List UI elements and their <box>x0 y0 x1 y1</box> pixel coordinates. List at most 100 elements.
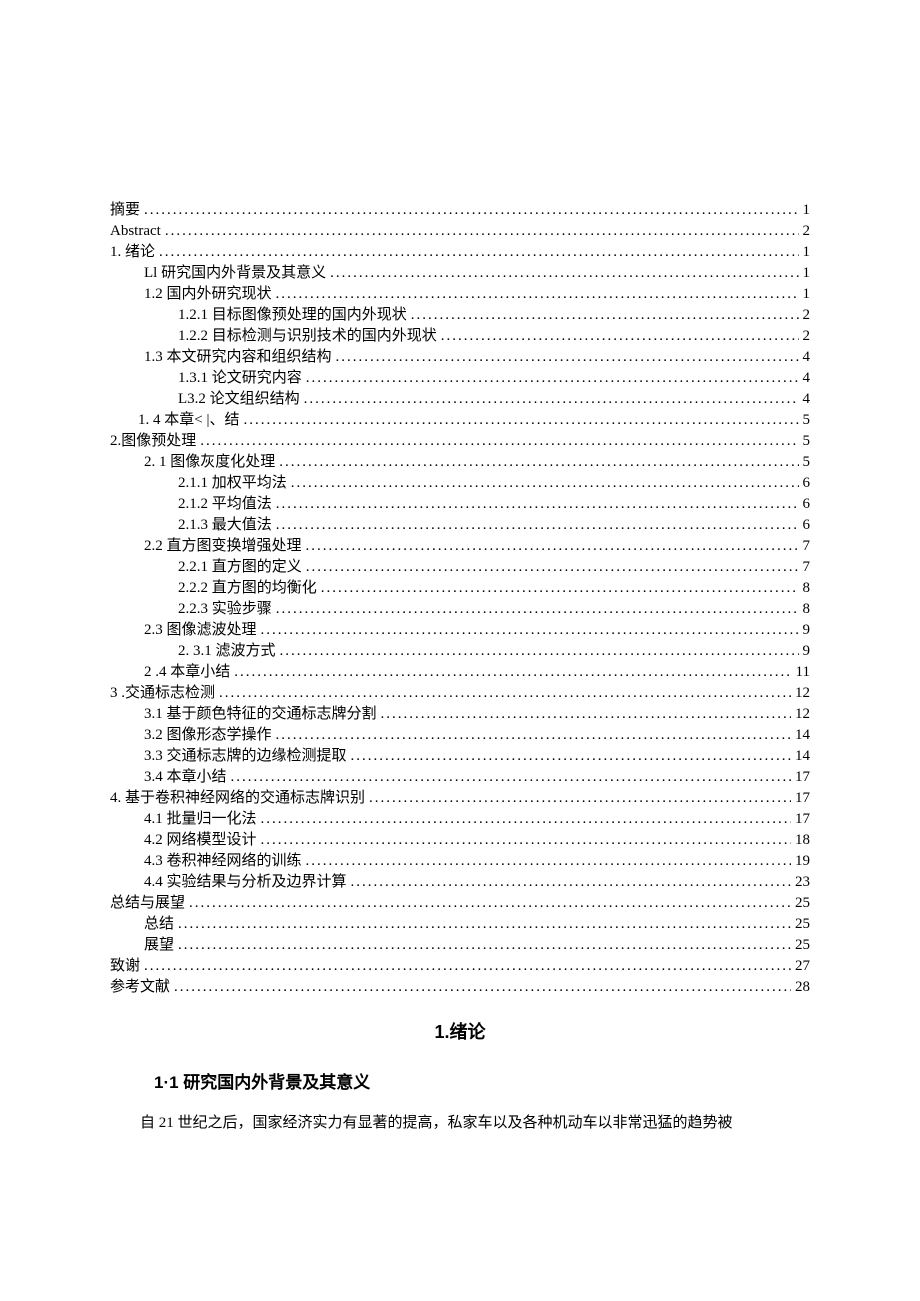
toc-page-number: 11 <box>796 662 810 683</box>
toc-leader-dots <box>304 389 799 410</box>
toc-label: 1.3.1 论文研究内容 <box>178 368 302 389</box>
toc-leader-dots <box>261 809 791 830</box>
toc-leader-dots <box>330 263 798 284</box>
toc-entry: 2.2.1 直方图的定义 7 <box>110 557 810 578</box>
toc-page-number: 8 <box>803 599 811 620</box>
toc-entry: 3.1 基于颜色特征的交通标志牌分割 12 <box>110 704 810 725</box>
toc-entry: 2.1.3 最大值法6 <box>110 515 810 536</box>
toc-label: 致谢 <box>110 956 140 977</box>
chapter-heading: 1.绪论 <box>110 1018 810 1044</box>
toc-label: 2.图像预处理 <box>110 431 196 452</box>
toc-label: 4. 基于卷积神经网络的交通标志牌识别 <box>110 788 365 809</box>
toc-page-number: 25 <box>795 935 810 956</box>
table-of-contents: 摘要1Abstract21. 绪论1Ll 研究国内外背景及其意义11.2 国内外… <box>110 200 810 998</box>
toc-label: 1.3 本文研究内容和组织结构 <box>144 347 332 368</box>
toc-leader-dots <box>243 410 798 431</box>
toc-label: 2.2 直方图变换增强处理 <box>144 536 302 557</box>
toc-page-number: 2 <box>803 326 811 347</box>
toc-leader-dots <box>178 935 791 956</box>
toc-leader-dots <box>381 704 791 725</box>
toc-entry: Ll 研究国内外背景及其意义1 <box>110 263 810 284</box>
toc-label: Abstract <box>110 221 161 242</box>
toc-page-number: 12 <box>795 704 810 725</box>
toc-label: 2. 3.1 滤波方式 <box>178 641 276 662</box>
toc-leader-dots <box>276 284 799 305</box>
toc-entry: Abstract2 <box>110 221 810 242</box>
toc-label: 展望 <box>144 935 174 956</box>
toc-entry: 2 .4 本章小结11 <box>110 662 810 683</box>
toc-entry: 1.2 国内外研究现状 1 <box>110 284 810 305</box>
toc-entry: 参考文献28 <box>110 977 810 998</box>
toc-leader-dots <box>261 620 799 641</box>
toc-label: 2.1.3 最大值法 <box>178 515 272 536</box>
toc-entry: 1. 4 本章< |、结5 <box>110 410 810 431</box>
toc-entry: 2.2 直方图变换增强处理 7 <box>110 536 810 557</box>
toc-label: 2.2.3 实验步骤 <box>178 599 272 620</box>
toc-label: 摘要 <box>110 200 140 221</box>
toc-label: 1.2.2 目标检测与识别技术的国内外现状 <box>178 326 437 347</box>
toc-entry: 4.3 卷积神经网络的训练19 <box>110 851 810 872</box>
toc-page-number: 6 <box>803 473 811 494</box>
toc-page-number: 2 <box>803 305 811 326</box>
toc-entry: 1.2.1 目标图像预处理的国内外现状 2 <box>110 305 810 326</box>
toc-leader-dots <box>276 599 799 620</box>
toc-leader-dots <box>351 746 791 767</box>
body-paragraph: 自 21 世纪之后，国家经济实力有显著的提高，私家车以及各种机动车以非常迅猛的趋… <box>110 1111 810 1135</box>
toc-leader-dots <box>159 242 798 263</box>
toc-leader-dots <box>306 851 791 872</box>
toc-label: 2.3 图像滤波处理 <box>144 620 257 641</box>
toc-label: L3.2 论文组织结构 <box>178 389 300 410</box>
toc-leader-dots <box>144 200 798 221</box>
toc-entry: 1.3 本文研究内容和组织结构4 <box>110 347 810 368</box>
toc-label: 2.2.2 直方图的均衡化 <box>178 578 317 599</box>
toc-page-number: 9 <box>803 620 811 641</box>
toc-leader-dots <box>231 767 791 788</box>
toc-page-number: 14 <box>795 746 810 767</box>
toc-entry: 3.3 交通标志牌的边缘检测提取 14 <box>110 746 810 767</box>
toc-label: 4.1 批量归一化法 <box>144 809 257 830</box>
toc-entry: 1.3.1 论文研究内容4 <box>110 368 810 389</box>
toc-leader-dots <box>306 368 799 389</box>
toc-leader-dots <box>321 578 799 599</box>
toc-label: 1.2.1 目标图像预处理的国内外现状 <box>178 305 407 326</box>
toc-entry: 2. 1 图像灰度化处理5 <box>110 452 810 473</box>
toc-page-number: 12 <box>795 683 810 704</box>
toc-label: 2.1.2 平均值法 <box>178 494 272 515</box>
toc-entry: 总结与展望25 <box>110 893 810 914</box>
toc-label: 4.4 实验结果与分析及边界计算 <box>144 872 347 893</box>
toc-label: 1.2 国内外研究现状 <box>144 284 272 305</box>
toc-leader-dots <box>144 956 791 977</box>
toc-page-number: 17 <box>795 809 810 830</box>
toc-page-number: 23 <box>795 872 810 893</box>
toc-leader-dots <box>276 494 799 515</box>
toc-page-number: 7 <box>803 536 811 557</box>
toc-page-number: 25 <box>795 914 810 935</box>
toc-leader-dots <box>165 221 799 242</box>
toc-page-number: 8 <box>803 578 811 599</box>
toc-leader-dots <box>174 977 791 998</box>
toc-label: 3.3 交通标志牌的边缘检测提取 <box>144 746 347 767</box>
toc-leader-dots <box>306 536 799 557</box>
toc-entry: 4.1 批量归一化法 17 <box>110 809 810 830</box>
toc-page-number: 9 <box>803 641 811 662</box>
toc-label: 3.2 图像形态学操作 <box>144 725 272 746</box>
toc-label: 1. 绪论 <box>110 242 155 263</box>
toc-label: 3.4 本章小结 <box>144 767 227 788</box>
toc-leader-dots <box>279 452 798 473</box>
toc-entry: 2.1.1 加权平均法6 <box>110 473 810 494</box>
toc-page-number: 1 <box>803 263 811 284</box>
toc-leader-dots <box>219 683 791 704</box>
toc-page-number: 7 <box>803 557 811 578</box>
toc-leader-dots <box>280 641 799 662</box>
toc-label: 总结与展望 <box>110 893 185 914</box>
toc-entry: 致谢27 <box>110 956 810 977</box>
toc-leader-dots <box>200 431 798 452</box>
toc-page-number: 1 <box>803 284 811 305</box>
toc-page-number: 1 <box>803 200 811 221</box>
toc-label: 3.1 基于颜色特征的交通标志牌分割 <box>144 704 377 725</box>
toc-page-number: 1 <box>803 242 811 263</box>
toc-label: 2.2.1 直方图的定义 <box>178 557 302 578</box>
toc-leader-dots <box>276 725 791 746</box>
toc-leader-dots <box>441 326 799 347</box>
toc-entry: 2.图像预处理5 <box>110 431 810 452</box>
